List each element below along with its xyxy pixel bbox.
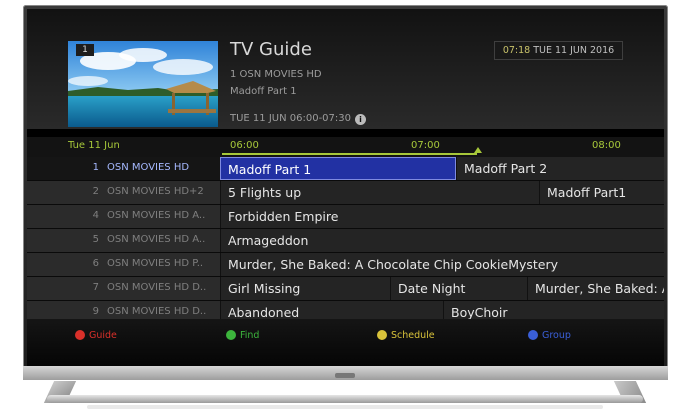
channel-name: OSN MOVIES HD xyxy=(107,162,190,173)
guide-button[interactable]: Guide xyxy=(75,330,117,341)
program-schedule-text: TUE 11 JUN 06:00-07:30 xyxy=(230,113,352,124)
channel-name: OSN MOVIES HD D.. xyxy=(107,282,207,293)
channel-number: 7 xyxy=(92,282,99,293)
timeline-marker-icon xyxy=(474,147,482,153)
channel-cell[interactable]: 1 OSN MOVIES HD xyxy=(27,157,220,180)
channel-row: 2 OSN MOVIES HD+2 5 Flights up Madoff Pa… xyxy=(27,181,664,205)
program-cell[interactable]: 5 Flights up xyxy=(220,181,539,204)
program-schedule: TUE 11 JUN 06:00-07:30 i xyxy=(230,113,367,125)
blue-key-icon xyxy=(528,330,538,340)
program-cell[interactable]: Forbidden Empire xyxy=(220,205,664,228)
channel-number: 9 xyxy=(92,306,99,317)
channel-number: 4 xyxy=(92,210,99,221)
red-key-icon xyxy=(75,330,85,340)
program-cell[interactable]: Girl Missing xyxy=(220,277,390,300)
channel-cell[interactable]: 5 OSN MOVIES HD A.. xyxy=(27,229,220,252)
color-key-bar: Guide Find Schedule Group xyxy=(27,319,664,366)
find-label: Find xyxy=(240,330,260,341)
schedule-button[interactable]: Schedule xyxy=(377,330,435,341)
tv-logo-notch xyxy=(335,373,355,378)
stand-bar xyxy=(47,395,643,403)
group-label: Group xyxy=(542,330,571,341)
info-icon[interactable]: i xyxy=(355,114,367,125)
current-program-title: Madoff Part 1 xyxy=(230,86,297,97)
tv-stand xyxy=(43,381,647,409)
current-channel: 1 OSN MOVIES HD xyxy=(230,69,322,80)
channel-cell[interactable]: 4 OSN MOVIES HD A.. xyxy=(27,205,220,228)
green-key-icon xyxy=(226,330,236,340)
program-cell[interactable]: Madoff Part1 xyxy=(539,181,664,204)
program-cell[interactable]: Armageddon xyxy=(220,229,664,252)
channel-number: 2 xyxy=(92,186,99,197)
clock-date: TUE 11 JUN 2016 xyxy=(533,45,615,56)
timeline: Tue 11 Jun 06:00 07:00 08:00 xyxy=(27,137,664,157)
channel-row: 6 OSN MOVIES HD P.. Murder, She Baked: A… xyxy=(27,253,664,277)
channel-row: 5 OSN MOVIES HD A.. Armageddon xyxy=(27,229,664,253)
program-cell[interactable]: Madoff Part 2 xyxy=(456,157,664,180)
channel-cell[interactable]: 6 OSN MOVIES HD P.. xyxy=(27,253,220,276)
channel-preview[interactable]: 1 xyxy=(68,41,218,127)
channel-name: OSN MOVIES HD D.. xyxy=(107,306,207,317)
channel-row: 7 OSN MOVIES HD D.. Girl Missing Date Ni… xyxy=(27,277,664,301)
channel-row: 1 OSN MOVIES HD Madoff Part 1 Madoff Par… xyxy=(27,157,664,181)
clock: 07:18 TUE 11 JUN 2016 xyxy=(494,41,623,60)
schedule-label: Schedule xyxy=(391,330,435,341)
timeline-time: 07:00 xyxy=(411,140,440,151)
program-cell[interactable]: Madoff Part 1 xyxy=(220,157,456,180)
program-grid: 1 OSN MOVIES HD Madoff Part 1 Madoff Par… xyxy=(27,157,664,325)
channel-row: 4 OSN MOVIES HD A.. Forbidden Empire xyxy=(27,205,664,229)
program-cell[interactable]: Murder, She Baked: A Chocolate Chip Cook… xyxy=(220,253,664,276)
find-button[interactable]: Find xyxy=(226,330,259,341)
page-title: TV Guide xyxy=(230,39,312,60)
preview-channel-number: 1 xyxy=(76,44,94,56)
timeline-progress xyxy=(222,153,477,155)
channel-number: 5 xyxy=(92,234,99,245)
channel-name: OSN MOVIES HD A.. xyxy=(107,234,206,245)
channel-name: OSN MOVIES HD A.. xyxy=(107,210,206,221)
timeline-time: 08:00 xyxy=(592,140,621,151)
program-cell[interactable]: Murder, She Baked: A xyxy=(527,277,664,300)
clock-time: 07:18 xyxy=(502,45,531,56)
stand-shadow xyxy=(87,405,603,409)
channel-name: OSN MOVIES HD+2 xyxy=(107,186,204,197)
tv-screen: 1 TV Guide 1 OSN MOVIES HD Madoff Part 1… xyxy=(27,9,664,366)
guide-header: 1 TV Guide 1 OSN MOVIES HD Madoff Part 1… xyxy=(27,9,664,129)
timeline-date: Tue 11 Jun xyxy=(68,140,120,151)
channel-cell[interactable]: 2 OSN MOVIES HD+2 xyxy=(27,181,220,204)
channel-name: OSN MOVIES HD P.. xyxy=(107,258,204,269)
yellow-key-icon xyxy=(377,330,387,340)
channel-number: 1 xyxy=(92,162,99,173)
program-cell[interactable]: Date Night xyxy=(390,277,527,300)
timeline-time: 06:00 xyxy=(230,140,259,151)
channel-number: 6 xyxy=(92,258,99,269)
channel-cell[interactable]: 7 OSN MOVIES HD D.. xyxy=(27,277,220,300)
group-button[interactable]: Group xyxy=(528,330,571,341)
guide-label: Guide xyxy=(89,330,117,341)
